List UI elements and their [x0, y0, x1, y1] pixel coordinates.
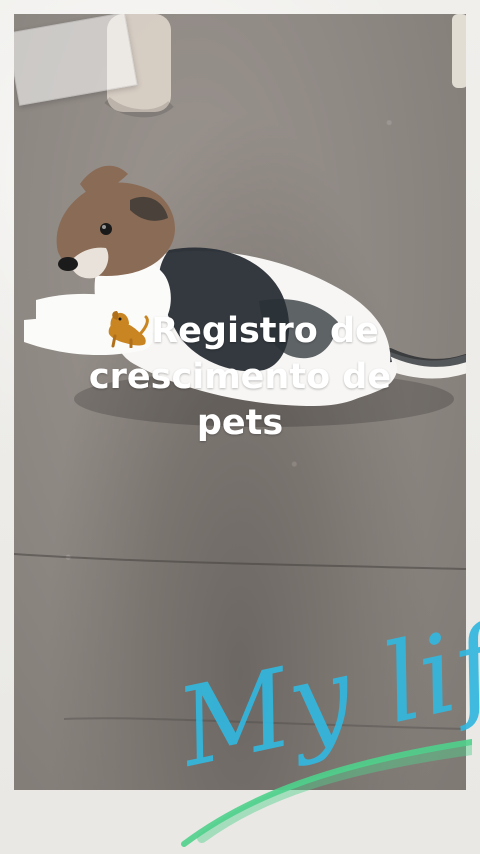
signature-overlay: My life: [92, 589, 480, 850]
floor-crack: [14, 553, 466, 570]
pillar: [452, 14, 466, 88]
caption-title: Registro de crescimento de pets: [40, 308, 440, 446]
dog-emoji-icon: [101, 310, 151, 349]
caption-line-3: pets: [196, 403, 284, 443]
caption-line-1-text: Registro de: [151, 311, 379, 351]
caption-line-1: Registro de: [40, 308, 440, 354]
caption-line-2: crescimento de: [88, 357, 392, 397]
